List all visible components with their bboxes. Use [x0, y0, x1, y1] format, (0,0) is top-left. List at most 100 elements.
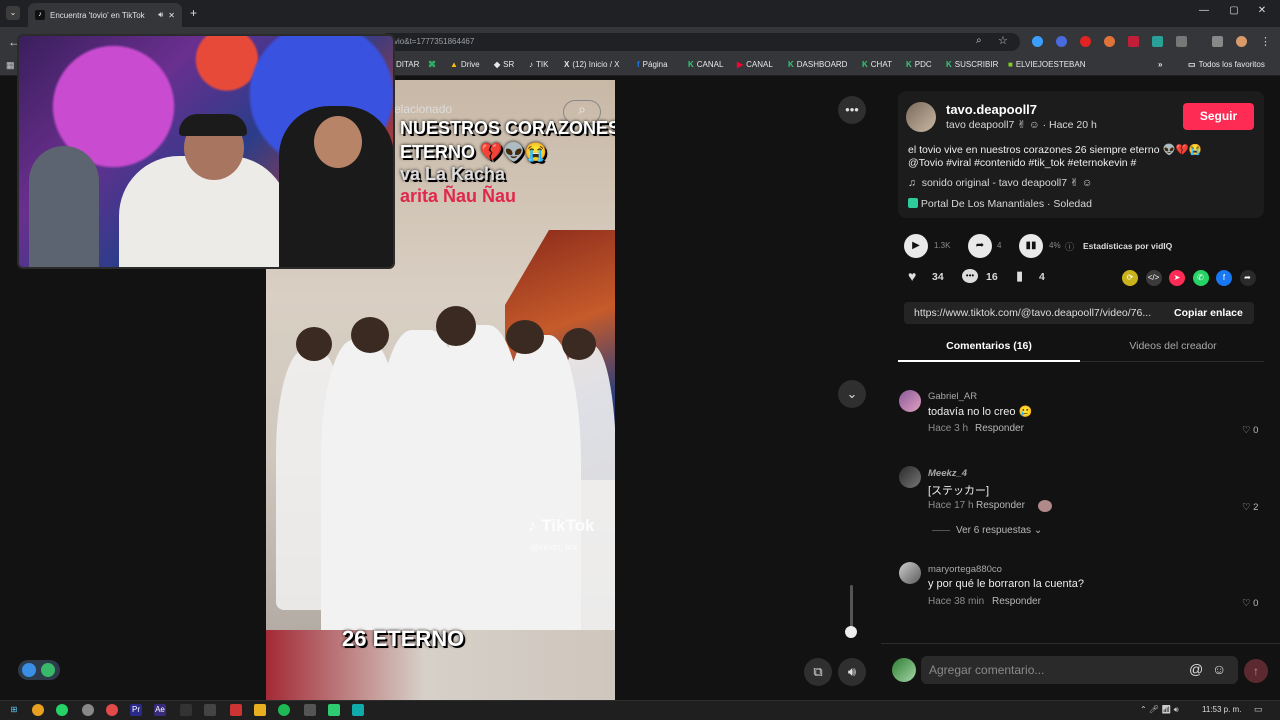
comment-input[interactable]: Agregar comentario... @ ☺ — [921, 656, 1238, 684]
bookmark-item[interactable]: ▶ CANAL — [737, 60, 773, 69]
bookmark-item[interactable]: X (12) Inicio / X — [564, 60, 619, 69]
bookmark-item[interactable]: ♪ TIK — [529, 60, 548, 69]
tab-audio-icon[interactable]: 🔊︎ — [158, 10, 163, 20]
repost-icon[interactable]: ⟳ — [1122, 270, 1138, 286]
volume-icon[interactable]: 🔊︎ — [838, 658, 866, 686]
folder-icon[interactable] — [254, 704, 266, 716]
tab-close-icon[interactable]: ✕ — [168, 11, 175, 20]
maximize-icon[interactable]: ▢ — [1224, 5, 1244, 16]
save-icon[interactable]: ▮ — [1016, 268, 1023, 284]
send-comment-icon[interactable]: ↑ — [1244, 659, 1268, 683]
bookmark-item[interactable]: K DASHBOARD — [788, 60, 847, 69]
tab-comments[interactable]: Comentarios (16) — [898, 340, 1080, 352]
extension-2-icon[interactable] — [1056, 36, 1067, 47]
chrome-icon[interactable] — [32, 704, 44, 716]
view-replies-button[interactable]: Ver 6 respuestas ⌄ — [956, 525, 1042, 536]
share-arrow-icon[interactable]: ➦ — [968, 234, 992, 258]
bookmark-item[interactable]: K CHAT — [862, 60, 892, 69]
volume-slider-handle[interactable] — [845, 626, 857, 638]
play-count-icon[interactable]: ▶ — [904, 234, 928, 258]
comment-like[interactable]: ♡ 0 — [1242, 598, 1258, 609]
tray-icons[interactable]: ⌃ 🎤︎ 📶︎ 🔊︎ — [1140, 705, 1179, 715]
send-icon[interactable]: ➤ — [1169, 270, 1185, 286]
bookmark-item[interactable]: ■ ELVIEJOESTEBAN — [1008, 60, 1086, 69]
copy-link-button[interactable]: Copiar enlace — [1174, 307, 1243, 319]
forward-icon[interactable]: ➦ — [1239, 270, 1256, 286]
extension-6-icon[interactable] — [1152, 36, 1163, 47]
post-location[interactable]: Portal De Los Manantiales · Soledad — [908, 198, 1092, 210]
whatsapp-icon[interactable] — [56, 704, 68, 716]
bookmark-item[interactable]: f Página — [637, 60, 668, 69]
like-icon[interactable]: ♥ — [908, 268, 916, 284]
embed-icon[interactable]: </> — [1145, 270, 1162, 286]
app-icon[interactable] — [230, 704, 242, 716]
audition-icon[interactable]: Ae — [154, 704, 166, 716]
bookmark-item[interactable]: ⌘ — [428, 60, 436, 69]
new-tab-icon[interactable]: + — [190, 6, 197, 20]
bookmarks-overflow-icon[interactable]: » — [1158, 60, 1162, 69]
facebook-icon[interactable]: f — [1216, 270, 1232, 286]
app-icon[interactable] — [180, 704, 192, 716]
app-icon[interactable] — [328, 704, 340, 716]
comment-username[interactable]: Meekz_4 — [928, 468, 967, 479]
apps-grid-icon[interactable]: ▦ — [6, 60, 15, 71]
notifications-icon[interactable]: ▭ — [1254, 704, 1263, 715]
comment-icon[interactable]: ••• — [962, 269, 978, 283]
commenter-avatar[interactable] — [899, 466, 921, 488]
address-bar[interactable]: vio&t=1777351864467 — [380, 33, 1020, 51]
reply-button[interactable]: Responder — [976, 500, 1025, 511]
bookmark-item[interactable]: K CANAL — [688, 60, 723, 69]
bookmark-item[interactable]: ▲ Drive — [450, 60, 480, 69]
follow-button[interactable]: Seguir — [1183, 103, 1254, 130]
commenter-avatar[interactable] — [899, 562, 921, 584]
premiere-icon[interactable]: Pr — [130, 704, 142, 716]
windows-start-icon[interactable]: ⊞ — [8, 704, 20, 716]
app-icon[interactable] — [352, 704, 364, 716]
video-link[interactable]: https://www.tiktok.com/@tavo.deapooll7/v… — [914, 307, 1164, 319]
spotify-icon[interactable] — [278, 704, 290, 716]
extension-4-icon[interactable] — [1104, 36, 1115, 47]
minimize-icon[interactable]: — — [1194, 5, 1214, 16]
extensions-puzzle-icon[interactable] — [1176, 36, 1187, 47]
extension-1-icon[interactable] — [1032, 36, 1043, 47]
comment-like[interactable]: ♡ 0 — [1242, 425, 1258, 436]
comment-username[interactable]: Gabriel_AR — [928, 391, 977, 402]
bookmark-item[interactable]: DITAR — [396, 60, 419, 69]
bookmark-item[interactable]: K SUSCRIBIR — [946, 60, 998, 69]
emoji-icon[interactable]: ☺ — [1212, 661, 1226, 677]
bookmark-item[interactable]: K PDC — [906, 60, 932, 69]
more-options-icon[interactable]: ••• — [838, 96, 866, 124]
creator-username[interactable]: tavo.deapooll7 — [946, 102, 1037, 117]
extension-3-icon[interactable] — [1080, 36, 1091, 47]
creator-avatar[interactable] — [906, 102, 936, 132]
app-icon[interactable] — [106, 704, 118, 716]
widget-play-icon[interactable] — [22, 663, 36, 677]
bookmark-item[interactable]: ◆ SR — [494, 60, 514, 69]
commenter-avatar[interactable] — [899, 390, 921, 412]
browser-menu-icon[interactable]: ⋮ — [1260, 35, 1271, 48]
all-bookmarks[interactable]: ▭ Todos los favoritos — [1188, 60, 1265, 69]
comment-like[interactable]: ♡ 2 — [1242, 502, 1258, 513]
post-tags[interactable]: @Tovio #viral #contenido #tik_tok #etern… — [908, 157, 1258, 169]
tab-creator-videos[interactable]: Videos del creador — [1082, 340, 1264, 352]
browser-tab[interactable]: ♪ Encuentra 'tovio' en TikTok 🔊︎ ✕ — [28, 3, 182, 27]
reading-list-icon[interactable] — [1212, 36, 1223, 47]
app-icon[interactable] — [304, 704, 316, 716]
mention-icon[interactable]: @ — [1189, 661, 1203, 677]
profile-avatar[interactable] — [1236, 36, 1247, 47]
miniplayer-icon[interactable]: ⧉ — [804, 658, 832, 686]
info-icon[interactable]: ⓘ — [1065, 240, 1074, 253]
post-sound[interactable]: ♫ sonido original - tavo deapooll7 ✌︎ ☺ — [908, 177, 1092, 189]
app-icon[interactable] — [82, 704, 94, 716]
tab-search-icon[interactable]: ⌄ — [6, 6, 20, 20]
close-window-icon[interactable]: ✕ — [1252, 5, 1272, 16]
stats-icon[interactable]: ▮▮ — [1019, 234, 1043, 258]
app-icon[interactable] — [204, 704, 216, 716]
next-video-icon[interactable]: ⌄ — [838, 380, 866, 408]
extension-5-icon[interactable] — [1128, 36, 1139, 47]
bookmark-star-icon[interactable]: ☆ — [998, 34, 1008, 47]
whatsapp-icon[interactable]: ✆ — [1192, 270, 1209, 286]
reply-button[interactable]: Responder — [992, 596, 1041, 607]
comment-username[interactable]: maryortega880co — [928, 564, 1002, 575]
zoom-icon[interactable]: ⌕ — [976, 35, 982, 46]
